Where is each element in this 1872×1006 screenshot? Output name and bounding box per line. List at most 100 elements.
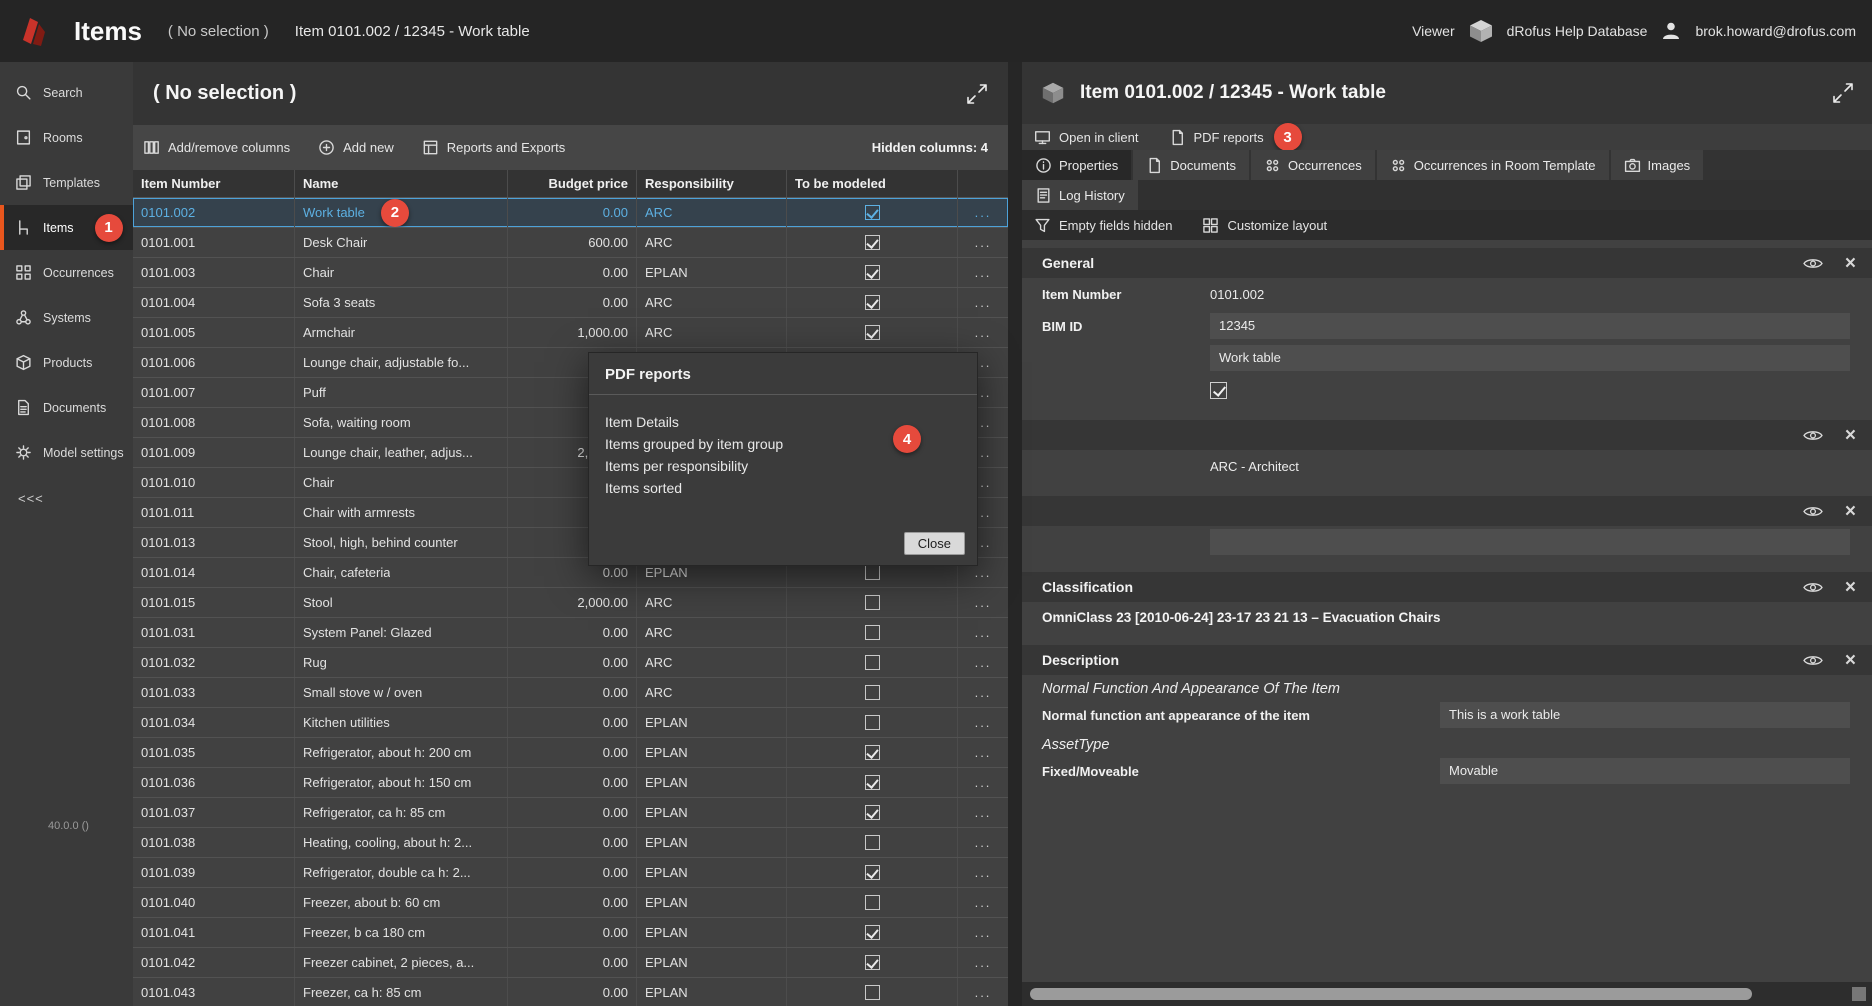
- table-row[interactable]: 0101.004Sofa 3 seats0.00ARC...: [133, 288, 1008, 318]
- eye-icon[interactable]: [1803, 505, 1823, 518]
- table-row[interactable]: 0101.037Refrigerator, ca h: 85 cm0.00EPL…: [133, 798, 1008, 828]
- table-row[interactable]: 0101.033Small stove w / oven0.00ARC...: [133, 678, 1008, 708]
- tab-log-history[interactable]: Log History: [1022, 180, 1138, 210]
- row-more-button[interactable]: ...: [958, 228, 1008, 257]
- table-row[interactable]: 0101.042Freezer cabinet, 2 pieces, a...0…: [133, 948, 1008, 978]
- sidebar-item-items[interactable]: Items1: [0, 205, 133, 250]
- table-row[interactable]: 0101.001Desk Chair600.00ARC...: [133, 228, 1008, 258]
- to-be-modeled-checkbox[interactable]: [865, 985, 880, 1000]
- row-more-button[interactable]: ...: [958, 198, 1008, 227]
- add-new-button[interactable]: Add new: [318, 139, 394, 156]
- to-be-modeled-checkbox[interactable]: [865, 685, 880, 700]
- empty-fields-hidden-button[interactable]: Empty fields hidden: [1034, 217, 1172, 234]
- user-email[interactable]: brok.howard@drofus.com: [1695, 23, 1856, 39]
- table-row[interactable]: 0101.043Freezer, ca h: 85 cm0.00EPLAN...: [133, 978, 1008, 1006]
- row-more-button[interactable]: ...: [958, 978, 1008, 1006]
- row-more-button[interactable]: ...: [958, 768, 1008, 797]
- close-icon[interactable]: ×: [1845, 426, 1856, 445]
- row-more-button[interactable]: ...: [958, 708, 1008, 737]
- row-more-button[interactable]: ...: [958, 828, 1008, 857]
- sidebar-item-templates[interactable]: Templates: [0, 160, 133, 205]
- row-more-button[interactable]: ...: [958, 888, 1008, 917]
- to-be-modeled-checkbox[interactable]: [865, 805, 880, 820]
- to-be-modeled-checkbox[interactable]: [865, 655, 880, 670]
- open-in-client-button[interactable]: Open in client: [1034, 129, 1139, 146]
- row-more-button[interactable]: ...: [958, 798, 1008, 827]
- column-header-item-number[interactable]: Item Number: [133, 170, 295, 197]
- table-row[interactable]: 0101.034Kitchen utilities0.00EPLAN...: [133, 708, 1008, 738]
- customize-layout-button[interactable]: Customize layout: [1202, 217, 1327, 234]
- field-input[interactable]: Movable: [1440, 758, 1850, 784]
- row-more-button[interactable]: ...: [958, 288, 1008, 317]
- to-be-modeled-checkbox[interactable]: [865, 835, 880, 850]
- to-be-modeled-checkbox[interactable]: [865, 595, 880, 610]
- to-be-modeled-checkbox[interactable]: [865, 235, 880, 250]
- to-be-modeled-checkbox[interactable]: [865, 865, 880, 880]
- field-checkbox[interactable]: [1210, 382, 1227, 399]
- sidebar-item-rooms[interactable]: Rooms: [0, 115, 133, 160]
- to-be-modeled-checkbox[interactable]: [865, 925, 880, 940]
- to-be-modeled-checkbox[interactable]: [865, 265, 880, 280]
- field-input[interactable]: 12345: [1210, 313, 1850, 339]
- table-row[interactable]: 0101.035Refrigerator, about h: 200 cm0.0…: [133, 738, 1008, 768]
- to-be-modeled-checkbox[interactable]: [865, 895, 880, 910]
- close-icon[interactable]: ×: [1845, 651, 1856, 670]
- pdf-reports-button[interactable]: PDF reports: [1169, 129, 1264, 146]
- viewer-cube-icon[interactable]: [1467, 17, 1495, 45]
- table-row[interactable]: 0101.041Freezer, b ca 180 cm0.00EPLAN...: [133, 918, 1008, 948]
- eye-icon[interactable]: [1803, 581, 1823, 594]
- to-be-modeled-checkbox[interactable]: [865, 325, 880, 340]
- field-input[interactable]: Work table: [1210, 345, 1850, 371]
- sidebar-item-occurrences[interactable]: Occurrences: [0, 250, 133, 295]
- tab-images[interactable]: Images: [1611, 150, 1704, 180]
- sidebar-item-products[interactable]: Products: [0, 340, 133, 385]
- close-icon[interactable]: ×: [1845, 502, 1856, 521]
- column-header-to-be-modeled[interactable]: To be modeled: [787, 170, 958, 197]
- row-more-button[interactable]: ...: [958, 858, 1008, 887]
- row-more-button[interactable]: ...: [958, 618, 1008, 647]
- expand-icon[interactable]: [966, 83, 988, 105]
- sidebar-item-model-settings[interactable]: Model settings: [0, 430, 133, 475]
- close-icon[interactable]: ×: [1845, 578, 1856, 597]
- table-row[interactable]: 0101.038Heating, cooling, about h: 2...0…: [133, 828, 1008, 858]
- eye-icon[interactable]: [1803, 257, 1823, 270]
- row-more-button[interactable]: ...: [958, 678, 1008, 707]
- sidebar-item-search[interactable]: Search: [0, 70, 133, 115]
- column-header-budget-price[interactable]: Budget price: [508, 170, 637, 197]
- sidebar-item-documents[interactable]: Documents: [0, 385, 133, 430]
- to-be-modeled-checkbox[interactable]: [865, 955, 880, 970]
- table-row[interactable]: 0101.036Refrigerator, about h: 150 cm0.0…: [133, 768, 1008, 798]
- row-more-button[interactable]: ...: [958, 588, 1008, 617]
- table-row[interactable]: 0101.031System Panel: Glazed0.00ARC...: [133, 618, 1008, 648]
- eye-icon[interactable]: [1803, 654, 1823, 667]
- field-input[interactable]: This is a work table: [1440, 702, 1850, 728]
- sidebar-collapse-button[interactable]: <<<: [0, 475, 133, 506]
- row-more-button[interactable]: ...: [958, 258, 1008, 287]
- eye-icon[interactable]: [1803, 429, 1823, 442]
- dialog-close-button[interactable]: Close: [904, 532, 965, 555]
- table-row[interactable]: 0101.040Freezer, about b: 60 cm0.00EPLAN…: [133, 888, 1008, 918]
- tab-occurrences[interactable]: Occurrences: [1251, 150, 1375, 180]
- add-remove-columns-button[interactable]: Add/remove columns: [143, 139, 290, 156]
- to-be-modeled-checkbox[interactable]: [865, 625, 880, 640]
- table-row[interactable]: 0101.032Rug0.00ARC...: [133, 648, 1008, 678]
- sidebar-item-systems[interactable]: Systems: [0, 295, 133, 340]
- to-be-modeled-checkbox[interactable]: [865, 775, 880, 790]
- tab-occurrences-in-room-template[interactable]: Occurrences in Room Template: [1377, 150, 1609, 180]
- row-more-button[interactable]: ...: [958, 948, 1008, 977]
- column-header-name[interactable]: Name: [295, 170, 508, 197]
- tab-documents[interactable]: Documents: [1133, 150, 1249, 180]
- to-be-modeled-checkbox[interactable]: [865, 565, 880, 580]
- field-input[interactable]: [1210, 529, 1850, 555]
- user-avatar-icon[interactable]: [1659, 19, 1683, 43]
- scrollbar-thumb[interactable]: [1030, 988, 1752, 1000]
- row-more-button[interactable]: ...: [958, 918, 1008, 947]
- to-be-modeled-checkbox[interactable]: [865, 295, 880, 310]
- table-row[interactable]: 0101.039Refrigerator, double ca h: 2...0…: [133, 858, 1008, 888]
- to-be-modeled-checkbox[interactable]: [865, 745, 880, 760]
- tab-properties[interactable]: Properties: [1022, 150, 1131, 180]
- row-more-button[interactable]: ...: [958, 738, 1008, 767]
- row-more-button[interactable]: ...: [958, 318, 1008, 347]
- column-header-responsibility[interactable]: Responsibility: [637, 170, 787, 197]
- table-row[interactable]: 0101.002Work table20.00ARC...: [133, 198, 1008, 228]
